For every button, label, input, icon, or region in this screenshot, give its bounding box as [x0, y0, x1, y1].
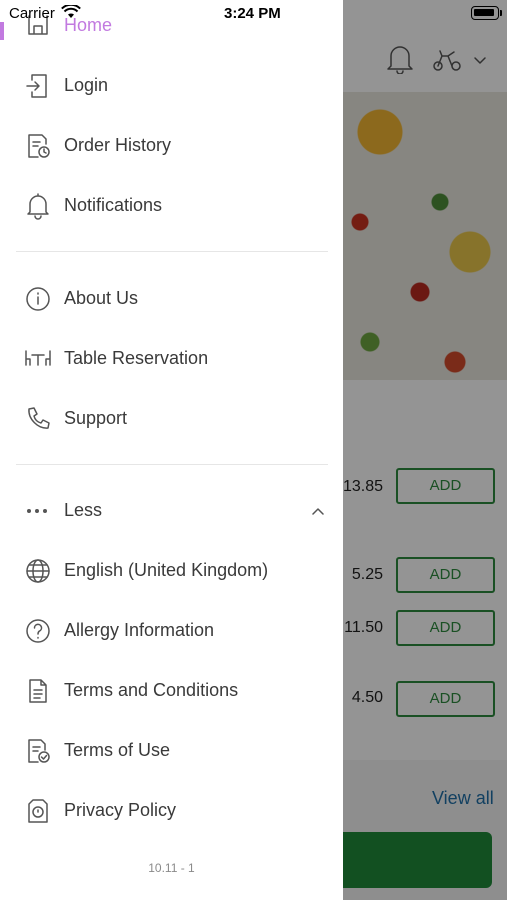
- battery-icon: [471, 6, 499, 20]
- menu-item-label: English (United Kingdom): [64, 560, 269, 580]
- menu-item-about-us[interactable]: About Us: [0, 271, 343, 327]
- menu-item-label: About Us: [64, 288, 139, 308]
- status-bar: Carrier 3:24 PM: [0, 0, 507, 28]
- menu-item-terms-of-use[interactable]: Terms of Use: [0, 723, 343, 779]
- menu-divider: [16, 464, 328, 465]
- menu-item-support[interactable]: Support: [0, 391, 343, 447]
- menu-item-label: Terms and Conditions: [64, 680, 239, 700]
- menu-item-terms-and-conditions[interactable]: Terms and Conditions: [0, 663, 343, 719]
- menu-item-label: Table Reservation: [64, 348, 209, 368]
- bell-icon: [27, 193, 49, 220]
- menu-item-label: Terms of Use: [64, 740, 171, 760]
- menu-item-order-history[interactable]: Order History: [0, 118, 343, 174]
- clock-time: 3:24 PM: [224, 5, 281, 22]
- menu-item-label: Less: [64, 500, 103, 520]
- menu-item-login[interactable]: Login: [0, 58, 343, 114]
- app-version: 10.11 - 1: [148, 861, 195, 875]
- menu-item-label: Order History: [64, 135, 172, 155]
- wifi-icon: [61, 5, 81, 18]
- carrier-label: Carrier: [9, 5, 55, 22]
- menu-item-label: Allergy Information: [64, 620, 215, 640]
- menu-item-less[interactable]: Less: [0, 483, 343, 539]
- phone-icon: [28, 407, 50, 429]
- menu-item-label: Notifications: [64, 195, 163, 215]
- menu-item-notifications[interactable]: Notifications: [0, 178, 343, 234]
- privacy-icon: [28, 799, 48, 823]
- menu-item-language[interactable]: English (United Kingdom): [0, 543, 343, 599]
- menu-item-label: Support: [64, 408, 128, 428]
- side-menu-drawer: Home Login Order History Notifications A…: [0, 0, 343, 900]
- info-icon: [26, 287, 50, 311]
- globe-icon: [26, 559, 50, 583]
- menu-item-privacy-policy[interactable]: Privacy Policy: [0, 783, 343, 839]
- order-history-icon: [28, 134, 50, 158]
- battery-tip: [500, 10, 502, 16]
- login-icon: [26, 74, 47, 98]
- question-icon: [26, 619, 50, 643]
- menu-item-table-reservation[interactable]: Table Reservation: [0, 331, 343, 387]
- more-dots-icon: [27, 509, 47, 513]
- chevron-up-icon: [312, 508, 324, 515]
- document-check-icon: [28, 739, 50, 763]
- menu-item-label: Privacy Policy: [64, 800, 177, 820]
- table-icon: [25, 350, 51, 366]
- menu-item-allergy-information[interactable]: Allergy Information: [0, 603, 343, 659]
- menu-divider: [16, 251, 328, 252]
- document-icon: [29, 679, 47, 703]
- menu-item-label: Login: [64, 75, 109, 95]
